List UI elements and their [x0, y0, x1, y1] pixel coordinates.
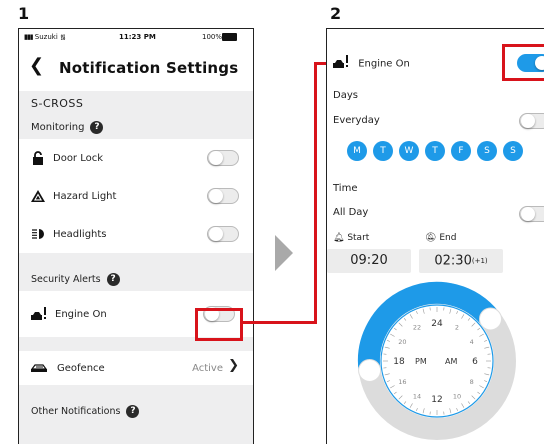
toggle-knob	[521, 114, 535, 128]
day-toggle-3[interactable]: T	[425, 141, 445, 161]
battery-icon	[222, 33, 237, 41]
clock-number: 18	[393, 357, 405, 367]
vehicle-name: S-CROSS	[19, 91, 253, 115]
notification-settings-screen: ▮▮▮ Suzuki ᯾ 11:23 PM 100% ❮ Notificatio…	[18, 28, 254, 444]
section-spacer	[19, 423, 253, 444]
list-item-door-lock[interactable]: Door Lock	[19, 139, 253, 177]
clock-number: 10	[453, 393, 461, 401]
back-chevron-icon[interactable]: ❮	[29, 55, 44, 76]
headlight-icon	[31, 227, 45, 241]
list-item-headlights[interactable]: Headlights	[19, 215, 253, 253]
pm-label: PM	[415, 357, 427, 366]
car-engine-icon	[31, 307, 47, 321]
other-notifications-section-header: Other Notifications ?	[19, 399, 253, 423]
headlights-toggle[interactable]	[207, 226, 239, 242]
am-label: AM	[445, 357, 457, 366]
list-item-hazard-light[interactable]: Hazard Light	[19, 177, 253, 215]
step-1-label: 1	[18, 4, 29, 23]
battery-percent: 100%	[202, 33, 222, 41]
wifi-icon: ᯾	[60, 33, 66, 41]
clock-number: 20	[398, 338, 406, 346]
geofence-car-icon	[31, 361, 49, 375]
monitoring-section-header: Monitoring ?	[19, 115, 253, 139]
car-engine-icon	[333, 55, 349, 72]
clock-number: 16	[398, 378, 406, 386]
start-time-field[interactable]: 09:20	[327, 249, 411, 273]
clock-number: 6	[472, 357, 478, 367]
toggle-knob	[209, 189, 223, 203]
toggle-knob	[209, 151, 223, 165]
time-range-dial[interactable]: 24246810121416182022 PM AM	[357, 281, 517, 441]
end-handle[interactable]	[480, 308, 502, 330]
engine-on-settings-screen: Engine On Days Everyday MTWTFSS Time All…	[326, 28, 544, 444]
door-lock-toggle[interactable]	[207, 150, 239, 166]
end-label: 🔕︎ End	[425, 233, 456, 243]
connector-line	[314, 62, 317, 324]
clock-number: 8	[470, 378, 474, 386]
clock-number: 14	[413, 393, 421, 401]
alarm-bell-icon: 🔔︎	[333, 233, 344, 243]
hazard-icon	[31, 189, 45, 203]
hazard-light-toggle[interactable]	[207, 188, 239, 204]
connector-line	[243, 321, 317, 324]
clock-number: 12	[431, 395, 442, 405]
clock-number: 22	[413, 323, 421, 331]
list-item-geofence[interactable]: Geofence Active ❯	[19, 351, 253, 385]
start-label: 🔔︎ Start	[333, 233, 369, 243]
all-day-label: All Day	[333, 207, 368, 218]
start-handle[interactable]	[359, 360, 381, 382]
status-bar: ▮▮▮ Suzuki ᯾ 11:23 PM 100%	[19, 29, 253, 47]
arrow-right-icon	[275, 235, 293, 271]
clock-number: 4	[470, 338, 474, 346]
day-toggle-6[interactable]: S	[503, 141, 523, 161]
toggle-knob	[209, 227, 223, 241]
help-icon[interactable]: ?	[126, 405, 139, 418]
all-day-toggle[interactable]	[519, 206, 544, 222]
day-toggle-2[interactable]: W	[399, 141, 419, 161]
highlight-box-engine-toggle-on	[502, 44, 544, 81]
section-spacer	[19, 253, 253, 267]
time-label: Time	[333, 183, 357, 194]
page-title: Notification Settings	[59, 59, 238, 77]
navigation-bar: ❮ Notification Settings	[19, 47, 253, 91]
everyday-toggle[interactable]	[519, 113, 544, 129]
geofence-status: Active	[192, 363, 223, 374]
alarm-off-icon: 🔕︎	[425, 233, 436, 243]
help-icon[interactable]: ?	[107, 273, 120, 286]
clock-number: 24	[431, 319, 443, 329]
day-toggle-1[interactable]: T	[373, 141, 393, 161]
engine-on-row[interactable]: Engine On	[333, 55, 410, 72]
end-time-field[interactable]: 02:30(+1)	[419, 249, 503, 273]
clock-time: 11:23 PM	[119, 33, 156, 41]
clock-number: 2	[455, 323, 459, 331]
day-toggle-0[interactable]: M	[347, 141, 367, 161]
day-toggle-5[interactable]: S	[477, 141, 497, 161]
security-alerts-section-header: Security Alerts ?	[19, 267, 253, 291]
chevron-right-icon: ❯	[228, 358, 239, 373]
help-icon[interactable]: ?	[90, 121, 103, 134]
toggle-knob	[521, 207, 535, 221]
day-toggle-4[interactable]: F	[451, 141, 471, 161]
lock-icon	[31, 151, 45, 165]
step-2-label: 2	[330, 4, 341, 23]
days-label: Days	[333, 90, 358, 101]
everyday-label: Everyday	[333, 115, 380, 126]
section-spacer	[19, 385, 253, 399]
highlight-box-engine-toggle	[195, 308, 243, 341]
signal-icon: ▮▮▮	[24, 33, 33, 41]
carrier-label: ▮▮▮ Suzuki ᯾	[24, 33, 66, 42]
